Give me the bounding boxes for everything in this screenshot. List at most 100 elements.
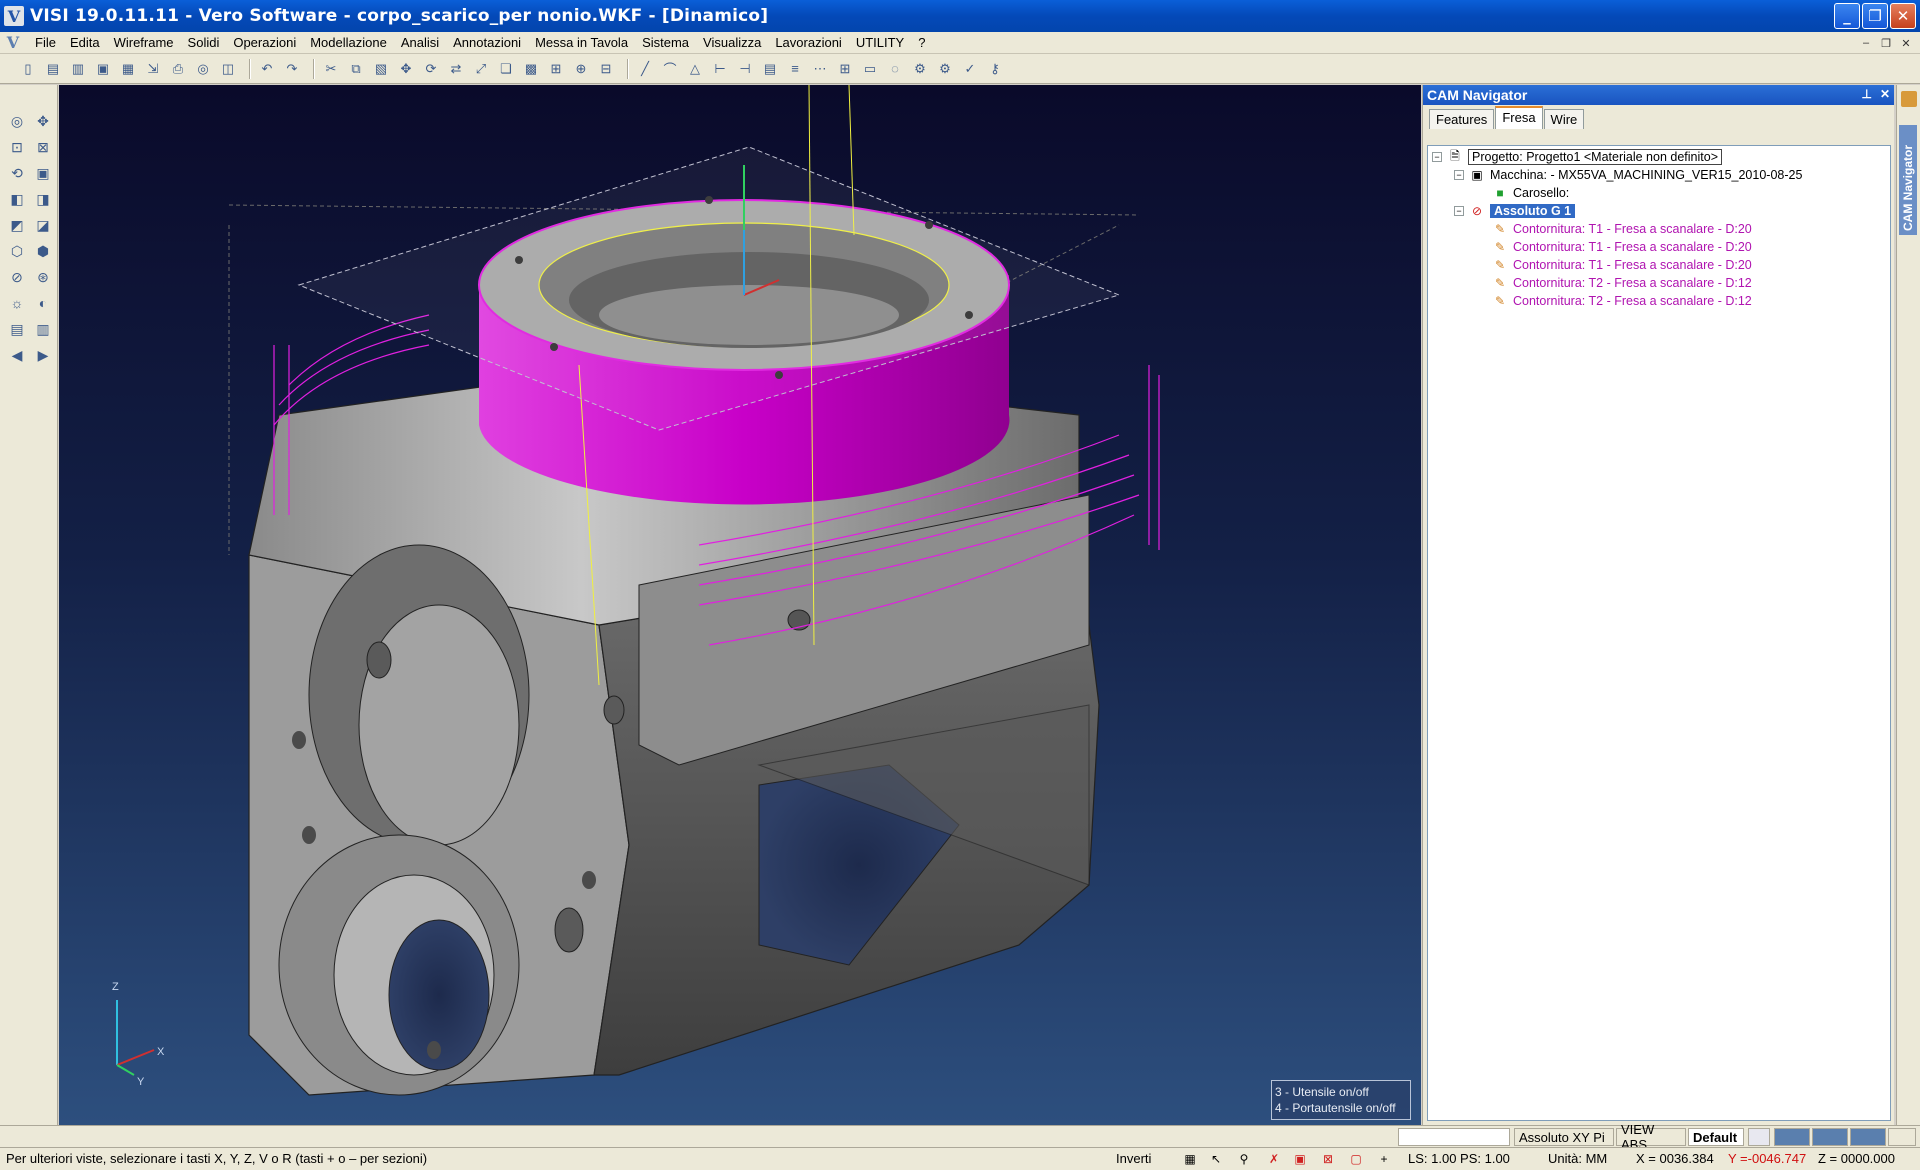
view-iso-icon[interactable]: ◩: [6, 213, 28, 237]
line-color-icon[interactable]: [1850, 1128, 1886, 1146]
import-icon[interactable]: ⇲: [143, 59, 163, 79]
status-search-input[interactable]: [1398, 1128, 1510, 1146]
tree-node-project[interactable]: − 🗎 Progetto: Progetto1 <Materiale non d…: [1432, 148, 1886, 166]
menu-edita[interactable]: Edita: [63, 32, 107, 54]
view-solid-icon[interactable]: ⬢: [32, 239, 54, 263]
close-button[interactable]: ✕: [1890, 3, 1916, 29]
offset-icon[interactable]: ⊞: [546, 59, 566, 79]
dimension-icon[interactable]: ⊢: [710, 59, 730, 79]
menu-modellazione[interactable]: Modellazione: [303, 32, 394, 54]
tree-node-operation[interactable]: ✎ Contornitura: T1 - Fresa a scanalare -…: [1432, 238, 1886, 256]
zoom-icon[interactable]: ◎: [193, 59, 213, 79]
measure-icon[interactable]: ⊣: [735, 59, 755, 79]
view-pan-icon[interactable]: ✥: [32, 109, 54, 133]
line-width-icon[interactable]: [1812, 1128, 1848, 1146]
table-icon[interactable]: ⊞: [835, 59, 855, 79]
filter-icon[interactable]: ✗: [1266, 1151, 1282, 1167]
view-hide-icon[interactable]: ◐: [32, 291, 54, 315]
tree-node-operation[interactable]: ✎ Contornitura: T2 - Fresa a scanalare -…: [1432, 292, 1886, 310]
align-icon[interactable]: ⊟: [596, 59, 616, 79]
tree-node-operation[interactable]: ✎ Contornitura: T2 - Fresa a scanalare -…: [1432, 274, 1886, 292]
tree-node-operation[interactable]: ✎ Contornitura: T1 - Fresa a scanalare -…: [1432, 256, 1886, 274]
new-file-icon[interactable]: ▯: [18, 59, 38, 79]
menu-operazioni[interactable]: Operazioni: [226, 32, 303, 54]
maximize-button[interactable]: ❐: [1862, 3, 1888, 29]
hatch-icon[interactable]: ▤: [760, 59, 780, 79]
menu-utility[interactable]: UTILITY: [849, 32, 911, 54]
view-layers-icon[interactable]: ▤: [6, 317, 28, 341]
view-side-icon[interactable]: ◧: [6, 187, 28, 211]
tab-fresa[interactable]: Fresa: [1495, 106, 1543, 129]
tree-node-group[interactable]: − ⊘ Assoluto G 1: [1432, 202, 1886, 220]
gear-icon[interactable]: ⚙: [910, 59, 930, 79]
view-selector[interactable]: VIEW ABS: [1616, 1122, 1686, 1152]
duplicate-icon[interactable]: ❏: [496, 59, 516, 79]
menu-wireframe[interactable]: Wireframe: [107, 32, 181, 54]
minimize-button[interactable]: _: [1834, 3, 1860, 29]
menu-annotazioni[interactable]: Annotazioni: [446, 32, 528, 54]
status-options-icon[interactable]: [1888, 1128, 1916, 1146]
move-icon[interactable]: ✥: [396, 59, 416, 79]
save-icon[interactable]: ▣: [93, 59, 113, 79]
open-recent-icon[interactable]: ▥: [68, 59, 88, 79]
settings-icon[interactable]: ⚙: [935, 59, 955, 79]
cam-navigator-dock-tab[interactable]: CAM Navigator: [1899, 125, 1917, 235]
tree-node-operation[interactable]: ✎ Contornitura: T1 - Fresa a scanalare -…: [1432, 220, 1886, 238]
balloon-icon[interactable]: ◌: [885, 59, 905, 79]
layer-off-icon[interactable]: ▢: [1348, 1151, 1364, 1167]
line-icon[interactable]: ╱: [635, 59, 655, 79]
document-logo-icon[interactable]: V: [4, 33, 22, 52]
tree-node-carousel[interactable]: ■ Carosello:: [1432, 184, 1886, 202]
menu-lavorazioni[interactable]: Lavorazioni: [768, 32, 849, 54]
view-dynamic-icon[interactable]: ⊛: [32, 265, 54, 289]
delete-icon[interactable]: ⊠: [1320, 1151, 1336, 1167]
pin-icon[interactable]: ⊥: [1861, 87, 1871, 101]
invert-button[interactable]: Inverti: [1116, 1151, 1151, 1166]
cursor-icon[interactable]: ↖: [1208, 1151, 1224, 1167]
calendar-icon[interactable]: ▦: [1182, 1151, 1198, 1167]
key-icon[interactable]: ⚷: [985, 59, 1005, 79]
view-section-icon[interactable]: ⊘: [6, 265, 28, 289]
menu-solidi[interactable]: Solidi: [181, 32, 227, 54]
snap-icon[interactable]: ⚲: [1236, 1151, 1252, 1167]
polyline-icon[interactable]: ⌒: [660, 59, 680, 79]
doc-restore-icon[interactable]: ❐: [1878, 35, 1894, 51]
save-all-icon[interactable]: ▦: [118, 59, 138, 79]
3d-viewport[interactable]: Z X Y 3 - Utensile on/off 4 - Portautens…: [59, 85, 1421, 1125]
view-top-icon[interactable]: ◨: [32, 187, 54, 211]
cam-navigator-dock-icon[interactable]: [1901, 91, 1917, 107]
triangle-icon[interactable]: △: [685, 59, 705, 79]
frame-icon[interactable]: ▭: [860, 59, 880, 79]
menu-analisi[interactable]: Analisi: [394, 32, 446, 54]
view-light-icon[interactable]: ☼: [6, 291, 28, 315]
plane-selector[interactable]: Assoluto XY Pi: [1514, 1128, 1614, 1146]
view-fit-icon[interactable]: ⊡: [6, 135, 28, 159]
cube-icon[interactable]: ▣: [1292, 1151, 1308, 1167]
view-forward-icon[interactable]: ▶: [32, 343, 54, 367]
collapse-icon[interactable]: −: [1454, 206, 1464, 216]
menu-visualizza[interactable]: Visualizza: [696, 32, 768, 54]
plus-icon[interactable]: +: [1376, 1151, 1392, 1167]
note-icon[interactable]: ≡: [785, 59, 805, 79]
menu-file[interactable]: File: [28, 32, 63, 54]
copy-icon[interactable]: ⧉: [346, 59, 366, 79]
array-icon[interactable]: ▩: [521, 59, 541, 79]
view-window-icon[interactable]: ⊠: [32, 135, 54, 159]
menu-help[interactable]: ?: [911, 32, 932, 54]
collapse-icon[interactable]: −: [1432, 152, 1442, 162]
view-back-icon[interactable]: ◀: [6, 343, 28, 367]
undo-icon[interactable]: ↶: [257, 59, 277, 79]
redo-icon[interactable]: ↷: [282, 59, 302, 79]
check-icon[interactable]: ✓: [960, 59, 980, 79]
view-folder-icon[interactable]: ▥: [32, 317, 54, 341]
layer-selector[interactable]: Default: [1688, 1128, 1744, 1146]
mirror-icon[interactable]: ⇄: [446, 59, 466, 79]
view-wire-icon[interactable]: ⬡: [6, 239, 28, 263]
view-zoom-icon[interactable]: ◎: [6, 109, 28, 133]
view-rotate-icon[interactable]: ⟲: [6, 161, 28, 185]
doc-minimize-icon[interactable]: –: [1858, 35, 1874, 51]
collapse-icon[interactable]: −: [1454, 170, 1464, 180]
split-view-icon[interactable]: ◫: [218, 59, 238, 79]
view-front-icon[interactable]: ▣: [32, 161, 54, 185]
print-icon[interactable]: ⎙: [168, 59, 188, 79]
